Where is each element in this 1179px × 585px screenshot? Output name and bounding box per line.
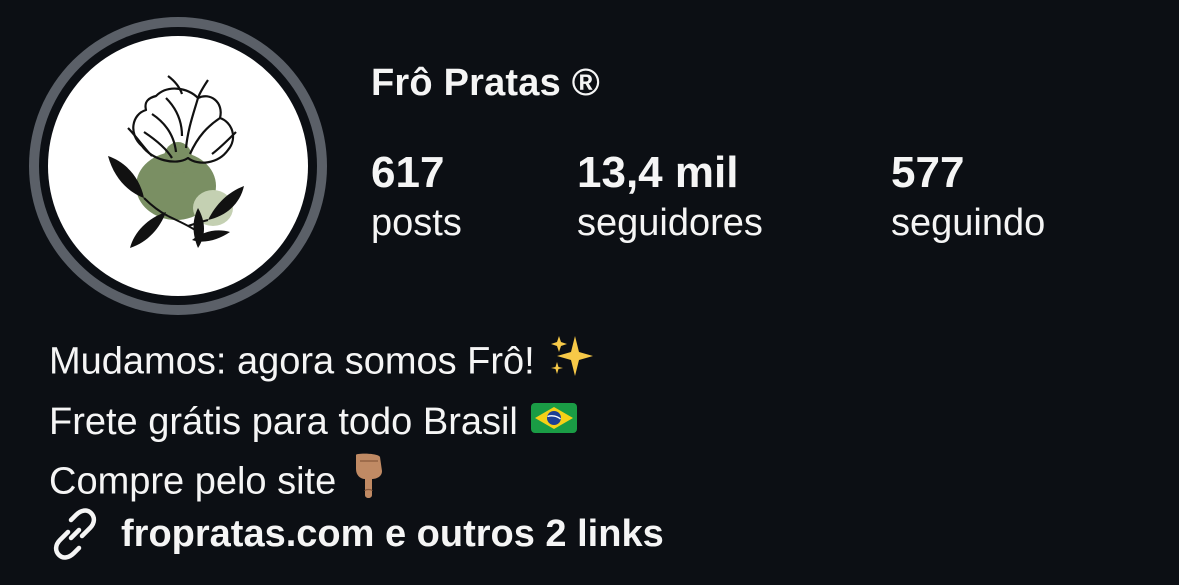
stat-followers[interactable]: 13,4 mil seguidores: [577, 148, 763, 248]
profile-links[interactable]: fropratas.com e outros 2 links: [49, 506, 664, 562]
avatar-image: [48, 36, 308, 296]
bio-line: Mudamos: agora somos Frô!: [49, 332, 595, 395]
posts-label: posts: [371, 202, 462, 244]
brazil-flag-icon: [530, 397, 578, 451]
link-text[interactable]: fropratas.com e outros 2 links: [121, 513, 664, 556]
stat-posts[interactable]: 617 posts: [371, 148, 462, 248]
bio-line-text: Frete grátis para todo Brasil: [49, 401, 518, 443]
followers-count: 13,4 mil: [577, 148, 739, 197]
flower-logo-icon: [108, 75, 244, 248]
profile-name: Frô Pratas ®: [371, 62, 600, 104]
bio-line-text: Compre pelo site: [49, 460, 337, 503]
stat-following[interactable]: 577 seguindo: [891, 148, 1045, 248]
following-label: seguindo: [891, 202, 1046, 244]
profile-avatar[interactable]: [29, 17, 327, 315]
profile-bio: Mudamos: agora somos Frô! Frete grátis p…: [49, 332, 595, 516]
bio-line: Frete grátis para todo Brasil: [49, 395, 595, 451]
avatar-gap: [39, 27, 317, 305]
sparkles-icon: [547, 332, 595, 395]
followers-label: seguidores: [577, 202, 763, 244]
link-icon: [49, 508, 101, 560]
following-count: 577: [891, 148, 965, 197]
bio-line-text: Mudamos: agora somos Frô!: [49, 340, 535, 383]
posts-count: 617: [371, 148, 445, 197]
